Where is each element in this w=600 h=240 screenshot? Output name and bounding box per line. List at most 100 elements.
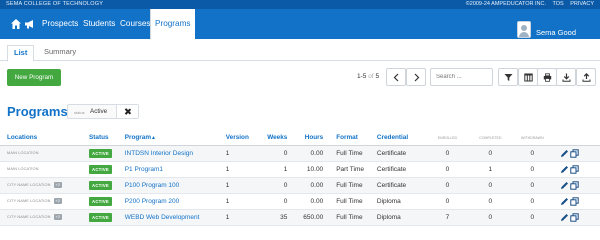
col-version[interactable]: Version (218, 131, 261, 146)
weeks-cell: 0 (260, 145, 294, 162)
format-cell: Part Time (329, 161, 370, 178)
enrolled-cell: 7 (426, 209, 469, 226)
col-hours[interactable]: Hours (293, 131, 330, 146)
table-row[interactable]: MAIN LOCATION ACTIVE INTDSN Interior Des… (0, 145, 600, 162)
copyright-text: ©2009-24 AMPEDUCATOR INC. (465, 1, 546, 7)
new-program-button[interactable]: New Program (7, 69, 61, 86)
nav-prospects[interactable]: Prospects (38, 9, 82, 39)
download-button[interactable] (556, 68, 576, 86)
credential-cell: Certificate (369, 161, 426, 178)
tab-list[interactable]: List (7, 45, 35, 62)
location-name: CITY NAME LOCATION (7, 199, 51, 203)
copy-icon[interactable] (570, 148, 579, 158)
col-credential[interactable]: Credential (369, 131, 426, 146)
location-name: MAIN LOCATION (7, 167, 39, 171)
withdrawn-cell: 0 (511, 177, 553, 194)
program-name-link[interactable]: WEBD Web Development (117, 209, 219, 226)
col-weeks[interactable]: Weeks (260, 131, 294, 146)
chevron-left-icon (393, 73, 399, 82)
nav-students[interactable]: Students (79, 9, 119, 39)
version-cell: 1 (218, 209, 261, 226)
location-name: CITY NAME LOCATION (7, 215, 51, 219)
prev-page-button[interactable] (386, 68, 406, 86)
col-status[interactable]: Status (82, 131, 118, 146)
hours-cell: 10.00 (293, 161, 330, 178)
filter-value: Active (90, 108, 108, 115)
upload-icon (582, 73, 591, 82)
top-links: ©2009-24 AMPEDUCATOR INC. TOS PRIVACY (461, 0, 594, 9)
privacy-link[interactable]: PRIVACY (570, 1, 594, 7)
home-icon[interactable] (10, 18, 22, 30)
location-cell: CITY NAME LOCATION +2 (0, 177, 83, 194)
program-name-link[interactable]: INTDSN Interior Design (117, 145, 219, 162)
row-actions (560, 148, 580, 158)
upload-button[interactable] (576, 68, 596, 86)
print-button[interactable] (537, 68, 557, 86)
weeks-cell: 1 (260, 161, 294, 178)
col-withdrawn[interactable]: WITHDRAWN (511, 131, 553, 146)
format-cell: Full Time (329, 145, 370, 162)
col-enrolled[interactable]: ENROLLED (426, 131, 469, 146)
actions-cell (552, 209, 600, 226)
pager-total: 5 (375, 73, 380, 80)
megaphone-icon[interactable] (24, 18, 36, 30)
actions-cell (552, 161, 600, 178)
edit-icon[interactable] (560, 213, 569, 222)
copy-icon[interactable] (570, 164, 579, 174)
withdrawn-cell: 0 (511, 145, 553, 162)
hours-cell: 0.00 (293, 145, 330, 162)
completed-cell: 0 (468, 145, 512, 162)
status-filter-chip[interactable]: status Active (67, 104, 139, 119)
col-program[interactable]: Program▲ (117, 131, 219, 146)
col-completed[interactable]: COMPLETED (468, 131, 512, 146)
table-row[interactable]: MAIN LOCATION ACTIVE P1 Program1 1 1 10.… (0, 161, 600, 178)
edit-icon[interactable] (560, 165, 569, 174)
tos-link[interactable]: TOS (553, 1, 564, 7)
status-badge: ACTIVE (89, 148, 112, 158)
col-locations[interactable]: Locations (0, 131, 83, 146)
completed-cell: 0 (468, 177, 512, 194)
edit-icon[interactable] (560, 197, 569, 206)
copy-icon[interactable] (570, 212, 579, 222)
program-name-link[interactable]: P1 Program1 (117, 161, 219, 178)
col-actions (552, 131, 600, 146)
credential-cell: Certificate (369, 145, 426, 162)
nav-courses[interactable]: Courses (116, 9, 155, 39)
sub-tabs: List Summary (0, 39, 600, 62)
page-title: Programs (7, 104, 68, 119)
columns-icon (524, 73, 533, 82)
edit-icon[interactable] (560, 149, 569, 158)
edit-icon[interactable] (560, 181, 569, 190)
actions-cell (552, 193, 600, 210)
status-cell: ACTIVE (82, 177, 118, 194)
table-row[interactable]: CITY NAME LOCATION +2 ACTIVE WEBD Web Dev… (0, 209, 600, 226)
location-count-badge[interactable]: +2 (53, 214, 63, 220)
nav-programs[interactable]: Programs (150, 9, 195, 39)
main-navbar: Prospects Students Courses Programs Sema… (0, 9, 600, 39)
status-cell: ACTIVE (82, 209, 118, 226)
hours-cell: 0.00 (293, 177, 330, 194)
actions-cell (552, 177, 600, 194)
location-count-badge[interactable]: +2 (53, 182, 63, 188)
status-cell: ACTIVE (82, 193, 118, 210)
tab-summary[interactable]: Summary (38, 45, 82, 61)
location-cell: CITY NAME LOCATION +2 (0, 209, 83, 226)
status-badge: ACTIVE (89, 180, 112, 190)
search-input[interactable] (430, 68, 493, 86)
columns-button[interactable] (518, 68, 538, 86)
copy-icon[interactable] (570, 180, 579, 190)
table-row[interactable]: CITY NAME LOCATION +2 ACTIVE P100 Program… (0, 177, 600, 194)
completed-cell: 1 (468, 161, 512, 178)
close-icon[interactable] (116, 105, 138, 118)
program-name-link[interactable]: P200 Program 200 (117, 193, 219, 210)
copy-icon[interactable] (570, 196, 579, 206)
filter-button[interactable] (498, 68, 518, 86)
next-page-button[interactable] (406, 68, 426, 86)
program-name-link[interactable]: P100 Program 100 (117, 177, 219, 194)
location-count-badge[interactable]: +2 (53, 198, 63, 204)
avatar[interactable] (517, 21, 531, 38)
table-row[interactable]: CITY NAME LOCATION +2 ACTIVE P200 Program… (0, 193, 600, 210)
col-format[interactable]: Format (329, 131, 370, 146)
credential-cell: Diploma (369, 193, 426, 210)
row-actions (560, 196, 580, 206)
